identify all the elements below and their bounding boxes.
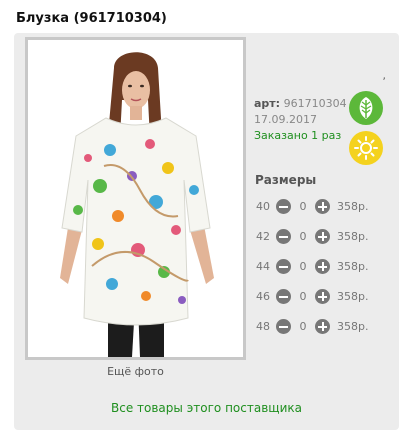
- sun-icon: [349, 131, 383, 165]
- size-price: 358р.: [337, 230, 369, 243]
- more-photos-link[interactable]: Ещё фото: [25, 365, 246, 378]
- plus-circle-icon[interactable]: [315, 319, 330, 334]
- supplier-products-link[interactable]: Все товары этого поставщика: [14, 401, 399, 415]
- plus-circle-icon[interactable]: [315, 199, 330, 214]
- size-price: 358р.: [337, 290, 369, 303]
- minus-circle-icon[interactable]: [276, 289, 291, 304]
- quantity-value: 0: [299, 230, 307, 243]
- stray-mark: ,: [382, 69, 387, 82]
- minus-circle-icon[interactable]: [276, 319, 291, 334]
- size-price: 358р.: [337, 320, 369, 333]
- minus-circle-icon[interactable]: [276, 259, 291, 274]
- quantity-value: 0: [299, 260, 307, 273]
- sizes-heading: Размеры: [255, 173, 317, 187]
- plus-circle-icon[interactable]: [315, 229, 330, 244]
- quantity-value: 0: [299, 200, 307, 213]
- plus-circle-icon[interactable]: [315, 259, 330, 274]
- size-price: 358р.: [337, 200, 369, 213]
- article-value: 961710304: [283, 97, 347, 110]
- quantity-value: 0: [299, 320, 307, 333]
- product-card: Ещё фото , арт: 961710304 17.09.2017 Зак…: [14, 33, 399, 430]
- minus-circle-icon[interactable]: [276, 229, 291, 244]
- size-label: 44: [256, 260, 270, 273]
- product-photo[interactable]: [25, 37, 246, 360]
- size-label: 46: [256, 290, 270, 303]
- size-label: 40: [256, 200, 270, 213]
- blouse-photo-image: [28, 40, 243, 357]
- plus-circle-icon[interactable]: [315, 289, 330, 304]
- product-title: Блузка (961710304): [16, 11, 167, 26]
- ordered-count: Заказано 1 раз: [254, 129, 342, 142]
- article-number: арт: 961710304: [254, 97, 347, 111]
- leaf-icon: [349, 91, 383, 125]
- product-date: 17.09.2017: [254, 113, 317, 126]
- article-label: арт:: [254, 97, 281, 110]
- size-price: 358р.: [337, 260, 369, 273]
- minus-circle-icon[interactable]: [276, 199, 291, 214]
- size-label: 42: [256, 230, 270, 243]
- quantity-value: 0: [299, 290, 307, 303]
- size-label: 48: [256, 320, 270, 333]
